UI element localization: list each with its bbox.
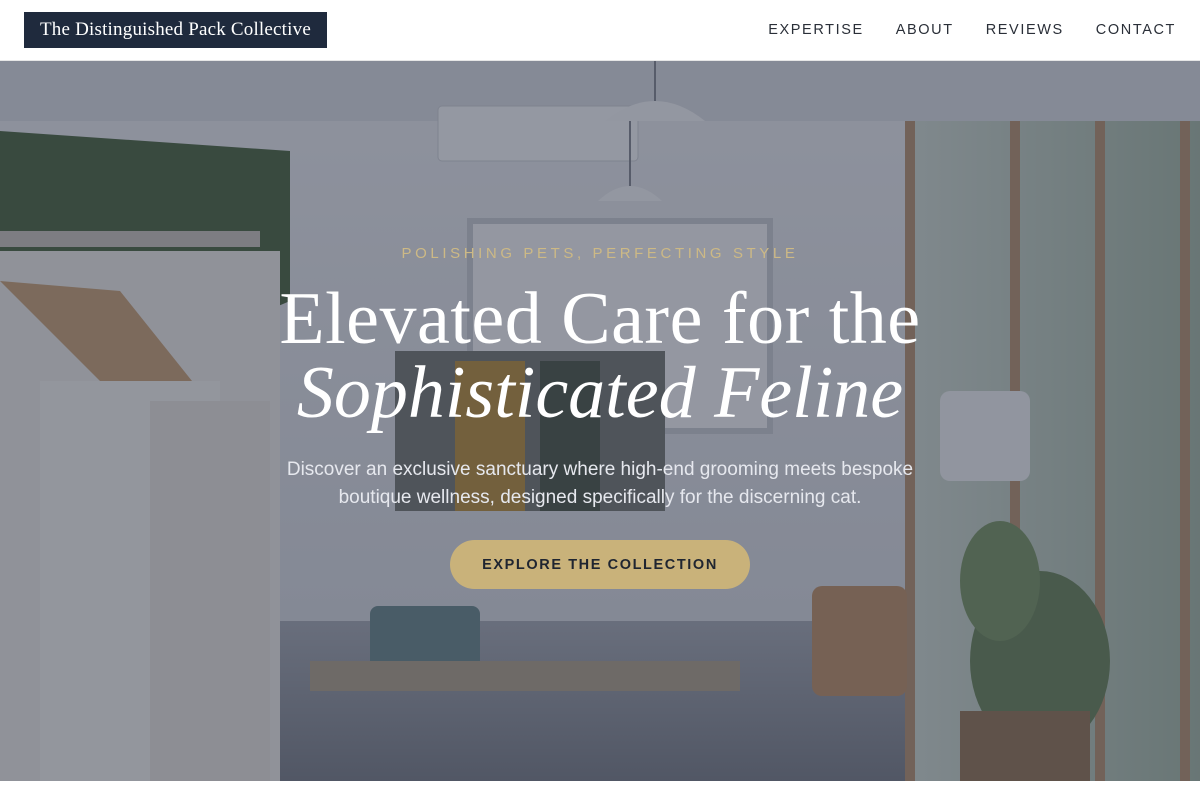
site-header: The Distinguished Pack Collective EXPERT… (0, 0, 1200, 61)
hero-headline: Elevated Care for the Sophisticated Feli… (279, 282, 920, 430)
explore-collection-button[interactable]: EXPLORE THE COLLECTION (450, 540, 750, 589)
page-below-hero (0, 781, 1200, 800)
main-nav: EXPERTISE ABOUT REVIEWS CONTACT (768, 22, 1176, 38)
hero-content: POLISHING PETS, PERFECTING STYLE Elevate… (0, 61, 1200, 781)
hero-section: POLISHING PETS, PERFECTING STYLE Elevate… (0, 61, 1200, 781)
hero-headline-line2: Sophisticated Feline (296, 352, 904, 434)
nav-link-contact[interactable]: CONTACT (1096, 22, 1176, 38)
hero-subcopy: Discover an exclusive sanctuary where hi… (286, 459, 914, 508)
brand-logo[interactable]: The Distinguished Pack Collective (24, 12, 327, 48)
nav-link-expertise[interactable]: EXPERTISE (768, 22, 864, 38)
hero-headline-line1: Elevated Care for the (279, 278, 921, 360)
nav-link-reviews[interactable]: REVIEWS (986, 22, 1064, 38)
hero-eyebrow: POLISHING PETS, PERFECTING STYLE (401, 245, 799, 262)
nav-link-about[interactable]: ABOUT (896, 22, 954, 38)
